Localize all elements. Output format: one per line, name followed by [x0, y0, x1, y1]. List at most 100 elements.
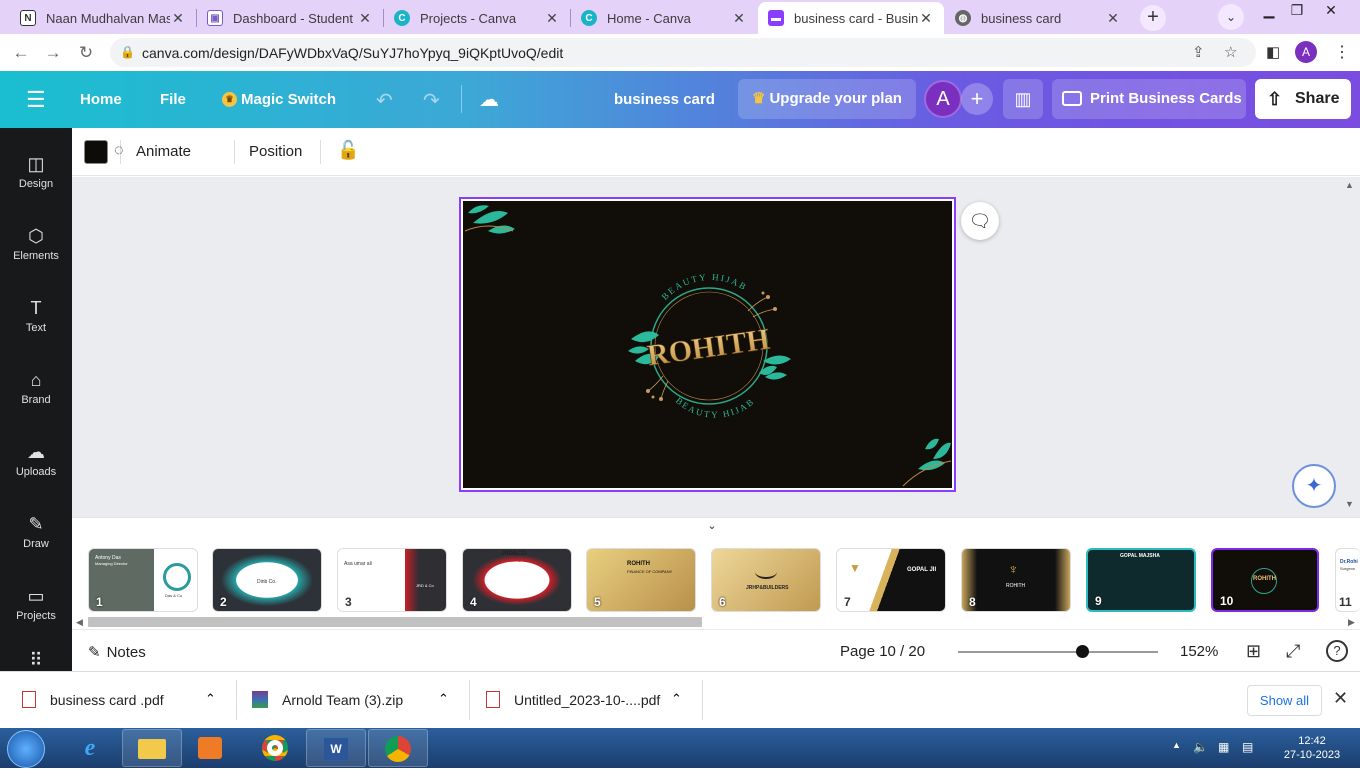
url-input[interactable]: 🔒 canva.com/design/DAFyWDbxVaQ/SuYJ7hoYp… — [110, 38, 1256, 67]
forward-arrow-icon[interactable]: → — [40, 40, 66, 66]
tab-business-card-active[interactable]: ▬ business card - Busines ✕ — [758, 2, 944, 34]
sidebar-more-apps[interactable]: ⠿ — [0, 644, 72, 671]
add-comment-icon[interactable]: 🗨 — [961, 202, 999, 240]
sidebar-item-brand[interactable]: ⌂ Brand — [0, 356, 72, 416]
tab-dashboard[interactable]: ▣ Dashboard - Student ✕ — [197, 2, 383, 34]
network-icon[interactable]: ▦ — [1218, 740, 1229, 754]
system-clock[interactable]: 12:42 27-10-2023 — [1276, 734, 1348, 762]
chevron-up-icon[interactable]: ⌃ — [671, 691, 682, 707]
sidebar-item-elements[interactable]: ⬡ Elements — [0, 212, 72, 272]
close-icon[interactable]: ✕ — [1333, 688, 1348, 709]
kebab-menu-icon[interactable]: ⋮ — [1334, 42, 1350, 62]
scroll-left-arrow-icon[interactable]: ◀ — [76, 617, 83, 628]
page-thumbnail-6[interactable]: JRHP&BUILDERS 6 — [711, 548, 821, 612]
business-card-canvas[interactable]: BEAUTY HIJAB BEAUTY HIJAB ROHITH — [463, 201, 952, 488]
page-thumbnail-9[interactable]: GOPAL MAJSHA 9 — [1086, 548, 1196, 612]
page-thumbnail-10-selected[interactable]: ROHITH 10 — [1211, 548, 1319, 612]
design-title[interactable]: business card — [614, 71, 715, 128]
show-all-downloads-button[interactable]: Show all — [1247, 685, 1322, 716]
file-menu-button[interactable]: File — [160, 71, 186, 128]
lock-icon[interactable]: 🔓 — [337, 140, 359, 161]
insights-chart-icon[interactable]: ▥ — [1003, 79, 1043, 119]
user-avatar[interactable]: A — [924, 80, 962, 118]
tab-search-chevron-icon[interactable]: ⌄ — [1218, 4, 1244, 30]
volume-icon[interactable]: 🔈 — [1193, 740, 1208, 754]
sidebar-item-draw[interactable]: ✎ Draw — [0, 500, 72, 560]
color-swatch[interactable] — [84, 140, 108, 164]
zoom-level[interactable]: 152% — [1180, 643, 1218, 660]
chevron-up-icon[interactable]: ⌃ — [205, 691, 216, 707]
page-thumbnail-4[interactable]: JRD&CO OWNER OF JRD 4 — [462, 548, 572, 612]
back-arrow-icon[interactable]: ← — [8, 40, 34, 66]
profile-avatar[interactable]: A — [1295, 41, 1317, 63]
scroll-up-arrow-icon[interactable]: ▲ — [1345, 180, 1354, 190]
tab-home-canva[interactable]: C Home - Canva ✕ — [571, 2, 757, 34]
position-button[interactable]: Position — [249, 143, 302, 160]
page-thumbnail-7[interactable]: ▼ GOPAL JII 7 — [836, 548, 946, 612]
upgrade-plan-button[interactable]: ♛ Upgrade your plan — [738, 79, 916, 119]
zoom-slider-knob[interactable] — [1075, 645, 1089, 658]
help-icon[interactable]: ? — [1326, 640, 1348, 662]
media-player-icon[interactable] — [180, 729, 240, 767]
print-business-cards-button[interactable]: Print Business Cards — [1052, 79, 1246, 119]
tab-naan-mudhalvan[interactable]: N Naan Mudhalvan Mass ✕ — [10, 2, 196, 34]
tray-up-arrow-icon[interactable]: ▲ — [1172, 740, 1181, 750]
page-thumbnail-11[interactable]: Dr.Rohi Surgeon 11 — [1335, 548, 1360, 612]
minimize-icon[interactable]: ▁ — [1256, 2, 1282, 26]
sidebar-item-text[interactable]: T Text — [0, 284, 72, 344]
chevron-up-icon[interactable]: ⌃ — [438, 691, 449, 707]
page-thumbnail-5[interactable]: ROHITH FINANCE OF COMPANY 5 — [586, 548, 696, 612]
chrome-profile-icon[interactable] — [368, 729, 428, 767]
magic-switch-button[interactable]: ♛ Magic Switch — [222, 71, 336, 128]
share-page-icon[interactable]: ⇪ — [1192, 43, 1205, 61]
filmstrip-scrollbar[interactable] — [88, 617, 702, 627]
download-item[interactable]: business card .pdf — [22, 672, 164, 729]
animate-button[interactable]: ◌ Animate — [114, 142, 191, 160]
grid-view-icon[interactable]: ⊞ — [1246, 641, 1261, 662]
card-name-text[interactable]: ROHITH — [645, 322, 772, 373]
page-thumbnail-3[interactable]: Asa umar ali JRD & Co 3 — [337, 548, 447, 612]
sidebar-item-uploads[interactable]: ☁ Uploads — [0, 428, 72, 488]
bookmark-star-icon[interactable]: ☆ — [1224, 43, 1237, 61]
collapse-chevron-icon[interactable]: ⌄ — [677, 519, 747, 533]
undo-icon[interactable]: ↶ — [376, 88, 393, 113]
close-icon[interactable]: ✕ — [918, 10, 934, 27]
close-icon[interactable]: ✕ — [1105, 10, 1121, 27]
action-center-icon[interactable]: ▤ — [1242, 740, 1253, 754]
tab-projects-canva[interactable]: C Projects - Canva ✕ — [384, 2, 570, 34]
add-collaborator-button[interactable]: + — [961, 83, 993, 115]
new-tab-button[interactable]: + — [1140, 5, 1166, 31]
download-item[interactable]: Untitled_2023-10-....pdf — [486, 672, 660, 729]
side-panel-icon[interactable]: ◧ — [1266, 43, 1280, 61]
file-explorer-icon[interactable] — [122, 729, 182, 767]
close-icon[interactable]: ✕ — [170, 10, 186, 27]
page-thumbnail-8[interactable]: ♆ ROHITH 8 — [961, 548, 1071, 612]
redo-icon[interactable]: ↷ — [423, 88, 440, 113]
page-indicator[interactable]: Page 10 / 20 — [840, 643, 925, 660]
magic-assistant-sparkle-icon[interactable]: ✦ — [1292, 464, 1336, 508]
word-icon[interactable]: W — [306, 729, 366, 767]
fullscreen-icon[interactable]: ⤢ — [1286, 641, 1300, 662]
restore-icon[interactable]: ❐ — [1284, 2, 1310, 26]
notes-button[interactable]: ✎ Notes — [88, 643, 146, 661]
share-button[interactable]: ⇧ Share — [1255, 79, 1351, 119]
scroll-right-arrow-icon[interactable]: ▶ — [1348, 617, 1355, 628]
sidebar-item-projects[interactable]: ▭ Projects — [0, 572, 72, 632]
zoom-slider-track[interactable] — [958, 651, 1158, 653]
scroll-down-arrow-icon[interactable]: ▼ — [1345, 499, 1354, 509]
home-button[interactable]: Home — [80, 71, 122, 128]
selected-page-frame[interactable]: BEAUTY HIJAB BEAUTY HIJAB ROHITH — [459, 197, 956, 492]
chrome-icon[interactable] — [245, 729, 305, 767]
page-thumbnail-2[interactable]: Dinb Co. 2 — [212, 548, 322, 612]
internet-explorer-icon[interactable]: e — [60, 729, 120, 767]
window-close-icon[interactable]: ✕ — [1318, 2, 1344, 26]
windows-start-icon[interactable] — [7, 730, 45, 768]
reload-icon[interactable]: ↻ — [73, 40, 99, 66]
cloud-saved-icon[interactable]: ☁ — [479, 87, 499, 112]
download-item[interactable]: Arnold Team (3).zip — [252, 672, 403, 729]
close-icon[interactable]: ✕ — [731, 10, 747, 27]
close-icon[interactable]: ✕ — [357, 10, 373, 27]
close-icon[interactable]: ✕ — [544, 10, 560, 27]
hamburger-menu-icon[interactable]: ☰ — [26, 71, 46, 128]
sidebar-item-design[interactable]: ◫ Design — [0, 140, 72, 200]
